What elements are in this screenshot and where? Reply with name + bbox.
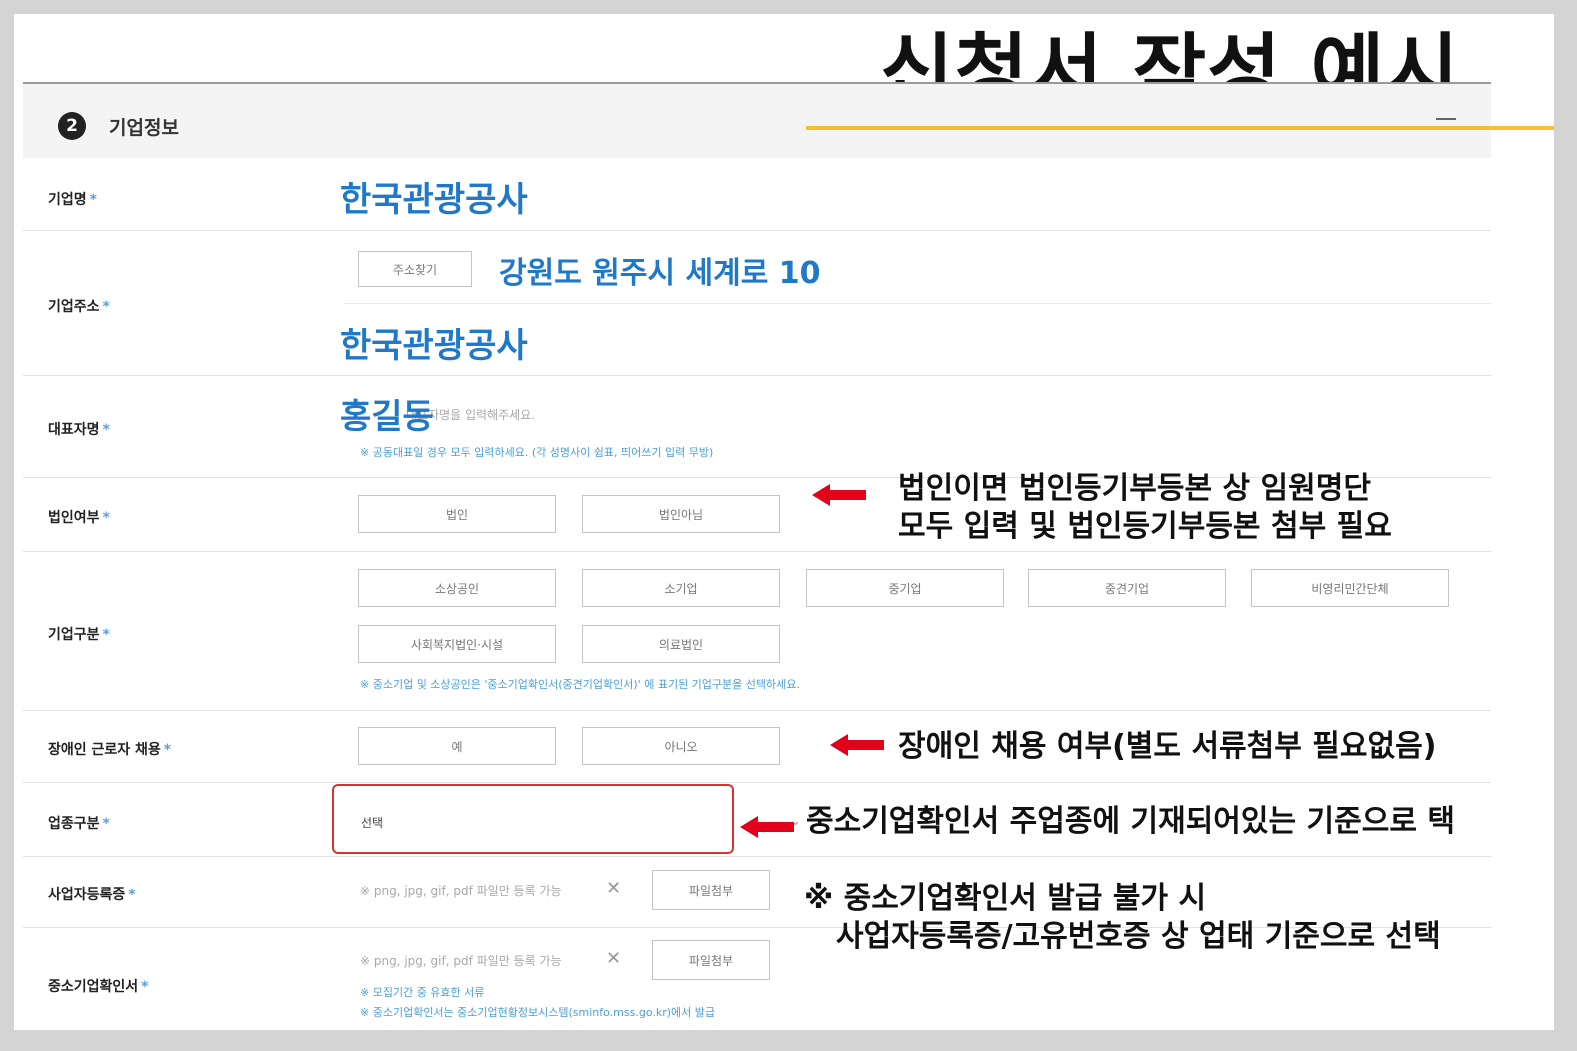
annotation-disabled: 장애인 채용 여부(별도 서류첨부 필요없음) [898,729,1437,764]
representative-label: 대표자명 * [48,419,110,439]
close-icon[interactable]: ✕ [606,948,621,969]
required-mark: * [163,742,172,758]
section-number-badge: 2 [58,112,86,140]
corporation-option-no[interactable]: 법인아님 [582,495,780,533]
corporation-label-text: 법인여부 [48,510,100,526]
company-type-option-social-welfare[interactable]: 사회복지법인·시설 [358,625,556,663]
business-registration-label: 사업자등록증 * [48,884,136,904]
company-type-option-small-enterprise[interactable]: 소기업 [582,569,780,607]
representative-label-text: 대표자명 [48,422,100,438]
required-mark: * [102,627,110,643]
address-label: 기업주소 * [48,296,110,316]
required-mark: * [102,422,110,438]
company-type-option-midsize-enterprise[interactable]: 중견기업 [1028,569,1226,607]
annotation-sme-line1: ※ 중소기업확인서 발급 불가 시 [804,881,1207,916]
slide: 신청서 작성 예시 2 기업정보 기업명 * 한국관광공사 기업주소 * 주소찾기 … [14,14,1554,1030]
company-type-option-nonprofit[interactable]: 비영리민간단체 [1251,569,1449,607]
required-mark: * [102,816,110,832]
corporation-label: 법인여부 * [48,507,110,527]
business-registration-file-placeholder: ※ png, jpg, gif, pdf 파일만 등록 가능 [360,884,562,898]
row-divider [23,551,1491,552]
address-line2-value[interactable]: 한국관광공사 [340,318,528,367]
row-divider [23,782,1491,783]
disabled-employment-option-no[interactable]: 아니오 [582,727,780,765]
annotation-corporation-line2: 모두 입력 및 법인등기부등본 첨부 필요 [898,509,1392,545]
left-arrow-icon [740,816,794,838]
sme-certificate-hint-validity: ※ 모집기간 중 유효한 서류 [360,986,485,999]
title-underline [806,126,1554,130]
business-registration-label-text: 사업자등록증 [48,887,126,903]
required-mark: * [102,299,110,315]
disabled-employment-label: 장애인 근로자 채용 * [48,739,171,759]
sme-certificate-file-placeholder: ※ png, jpg, gif, pdf 파일만 등록 가능 [360,954,562,968]
row-divider [344,303,1491,304]
close-icon[interactable]: ✕ [606,878,621,899]
disabled-employment-option-yes[interactable]: 예 [358,727,556,765]
representative-value[interactable]: 홍길동 [340,389,434,438]
address-line1-value[interactable]: 강원도 원주시 세계로 10 [499,248,820,292]
left-arrow-icon [830,734,884,756]
row-divider [23,375,1491,376]
industry-select-value: 선택 [361,816,384,830]
left-arrow-icon [812,484,866,506]
sme-certificate-label-text: 중소기업확인서 [48,979,139,995]
industry-select[interactable] [332,784,734,854]
company-type-option-small-merchant[interactable]: 소상공인 [358,569,556,607]
company-type-option-medical[interactable]: 의료법인 [582,625,780,663]
company-type-label: 기업구분 * [48,624,110,644]
business-registration-attach-button[interactable]: 파일첨부 [652,870,770,910]
section-header [23,84,1491,158]
company-name-label: 기업명 * [48,189,97,209]
company-type-hint: ※ 중소기업 및 소상공인은 '중소기업확인서(중견기업확인서)' 에 표기된 … [360,678,800,691]
sme-certificate-hint-source: ※ 중소기업확인서는 중소기업현황정보시스템(sminfo.mss.go.kr)… [360,1006,716,1019]
company-type-option-medium-enterprise[interactable]: 중기업 [806,569,1004,607]
disabled-employment-label-text: 장애인 근로자 채용 [48,742,161,758]
annotation-sme: ※ 중소기업확인서 발급 불가 시 사업자등록증/고유번호증 상 업태 기준으로… [804,880,1441,957]
address-search-button[interactable]: 주소찾기 [358,251,472,287]
required-mark: * [141,979,149,995]
collapse-icon[interactable] [1436,118,1456,120]
row-divider [23,710,1491,711]
row-divider [23,856,1491,857]
company-name-label-text: 기업명 [48,192,87,208]
row-divider [23,230,1491,231]
company-type-label-text: 기업구분 [48,627,100,643]
annotation-corporation-line1: 법인이면 법인등기부등본 상 임원명단 [898,471,1371,506]
sme-certificate-attach-button[interactable]: 파일첨부 [652,940,770,980]
sme-certificate-label: 중소기업확인서 * [48,976,149,996]
industry-label: 업종구분 * [48,813,110,833]
section-title: 기업정보 [109,117,179,139]
required-mark: * [102,510,110,526]
required-mark: * [89,192,97,208]
required-mark: * [128,887,136,903]
address-label-text: 기업주소 [48,299,100,315]
annotation-sme-line2: 사업자등록증/고유번호증 상 업태 기준으로 선택 [836,919,1441,955]
corporation-option-yes[interactable]: 법인 [358,495,556,533]
company-name-value[interactable]: 한국관광공사 [340,172,528,221]
industry-label-text: 업종구분 [48,816,100,832]
annotation-corporation: 법인이면 법인등기부등본 상 임원명단 모두 입력 및 법인등기부등본 첨부 필… [898,470,1392,547]
representative-hint: ※ 공동대표일 경우 모두 입력하세요. (각 성명사이 쉼표, 띄어쓰기 입력… [360,446,714,459]
annotation-industry: 중소기업확인서 주업종에 기재되어있는 기준으로 택 [806,804,1455,839]
